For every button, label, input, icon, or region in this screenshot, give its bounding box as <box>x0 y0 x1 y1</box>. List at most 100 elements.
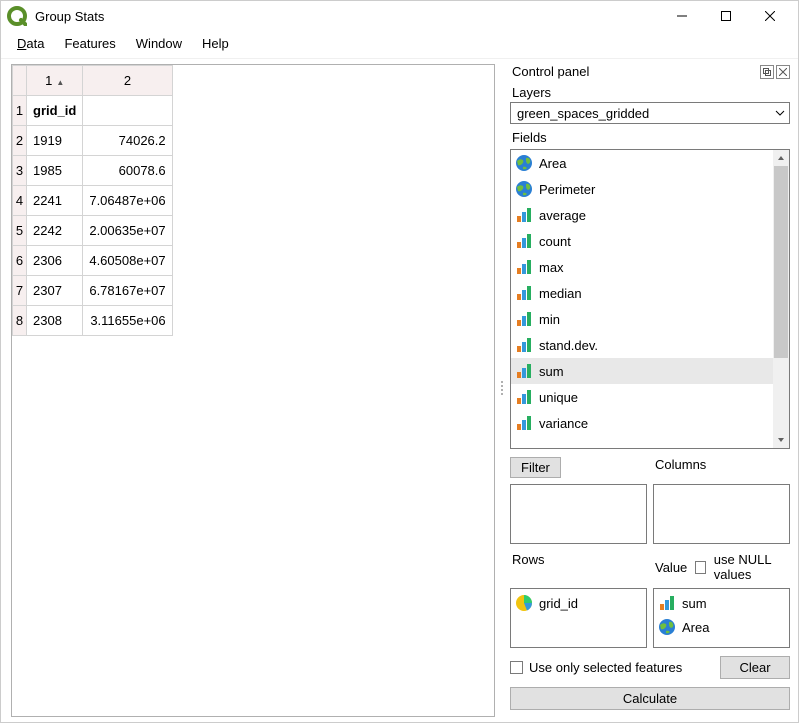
layers-label: Layers <box>512 85 790 100</box>
table-cell[interactable]: 2242 <box>27 216 83 246</box>
use-selected-label: Use only selected features <box>529 660 682 675</box>
columns-zone[interactable] <box>653 484 790 544</box>
globe-icon <box>515 180 533 198</box>
minimize-button[interactable] <box>660 2 704 30</box>
layers-select[interactable]: green_spaces_gridded <box>510 102 790 124</box>
table-row-header[interactable]: 1 <box>13 96 27 126</box>
fields-list[interactable]: AreaPerimeter average count max median min sta… <box>511 150 773 448</box>
app-icon <box>7 6 27 26</box>
value-item-label: sum <box>682 596 707 611</box>
use-null-checkbox[interactable] <box>695 561 706 574</box>
bars-icon <box>515 388 533 406</box>
pane-splitter[interactable] <box>499 59 505 722</box>
field-item-label: unique <box>539 390 578 405</box>
table-cell[interactable]: 2308 <box>27 306 83 336</box>
table-row-header[interactable]: 5 <box>13 216 27 246</box>
field-item-sum[interactable]: sum <box>511 358 773 384</box>
table-cell[interactable]: 3.11655e+06 <box>83 306 172 336</box>
field-item-area[interactable]: Area <box>511 150 773 176</box>
menu-help[interactable]: Help <box>192 34 239 53</box>
table-row-header[interactable]: 2 <box>13 126 27 156</box>
table-col-header-1[interactable]: 1▲ <box>27 66 83 96</box>
dock-close-button[interactable] <box>776 65 790 79</box>
value-zone[interactable]: sum Area <box>653 588 790 648</box>
scroll-track[interactable] <box>773 166 789 432</box>
field-item-perimeter[interactable]: Perimeter <box>511 176 773 202</box>
bars-icon <box>515 206 533 224</box>
scroll-thumb[interactable] <box>774 166 788 358</box>
field-item-count[interactable]: count <box>511 228 773 254</box>
table-cell[interactable]: 2241 <box>27 186 83 216</box>
field-item-label: variance <box>539 416 588 431</box>
fields-scrollbar[interactable] <box>773 150 789 448</box>
fields-label: Fields <box>512 130 790 145</box>
field-item-min[interactable]: min <box>511 306 773 332</box>
table-cell[interactable]: 1985 <box>27 156 83 186</box>
filter-zone[interactable] <box>510 484 647 544</box>
clear-button[interactable]: Clear <box>720 656 790 679</box>
maximize-button[interactable] <box>704 2 748 30</box>
field-item-variance[interactable]: variance <box>511 410 773 436</box>
table-cell[interactable]: 2307 <box>27 276 83 306</box>
table-col-header-2[interactable]: 2 <box>83 66 172 96</box>
menu-data[interactable]: Data <box>7 34 54 53</box>
use-selected-checkbox[interactable] <box>510 661 523 674</box>
field-item-max[interactable]: max <box>511 254 773 280</box>
value-item-sum[interactable]: sum <box>656 591 787 615</box>
table-row[interactable]: 3198560078.6 <box>13 156 173 186</box>
menu-features[interactable]: Features <box>54 34 125 53</box>
table-cell[interactable]: 1919 <box>27 126 83 156</box>
value-item-area[interactable]: Area <box>656 615 787 639</box>
field-item-standdev[interactable]: stand.dev. <box>511 332 773 358</box>
table-row[interactable]: 823083.11655e+06 <box>13 306 173 336</box>
table-row-header[interactable]: 7 <box>13 276 27 306</box>
table-cell[interactable]: 7.06487e+06 <box>83 186 172 216</box>
bars-icon <box>515 336 533 354</box>
field-item-label: min <box>539 312 560 327</box>
close-button[interactable] <box>748 2 792 30</box>
bars-icon <box>658 594 676 612</box>
table-row[interactable]: 623064.60508e+07 <box>13 246 173 276</box>
filter-button[interactable]: Filter <box>510 457 561 478</box>
rows-item-grid_id[interactable]: grid_id <box>513 591 644 615</box>
table-row-header[interactable]: 8 <box>13 306 27 336</box>
field-item-label: max <box>539 260 564 275</box>
value-item-label: Area <box>682 620 709 635</box>
field-item-label: average <box>539 208 586 223</box>
table-row-header[interactable]: 3 <box>13 156 27 186</box>
scroll-down-button[interactable] <box>773 432 789 448</box>
columns-label: Columns <box>653 457 790 478</box>
table-corner[interactable] <box>13 66 27 96</box>
table-cell[interactable] <box>83 96 172 126</box>
field-item-unique[interactable]: unique <box>511 384 773 410</box>
rows-zone[interactable]: grid_id <box>510 588 647 648</box>
rows-item-label: grid_id <box>539 596 578 611</box>
table-cell[interactable]: 2306 <box>27 246 83 276</box>
menu-window[interactable]: Window <box>126 34 192 53</box>
window-title: Group Stats <box>35 9 660 24</box>
field-item-average[interactable]: average <box>511 202 773 228</box>
table-row-header[interactable]: 6 <box>13 246 27 276</box>
table-cell[interactable]: 74026.2 <box>83 126 172 156</box>
grid-id-header-cell[interactable]: grid_id <box>27 96 83 126</box>
table-cell[interactable]: 2.00635e+07 <box>83 216 172 246</box>
field-item-label: stand.dev. <box>539 338 598 353</box>
table-row[interactable]: 522422.00635e+07 <box>13 216 173 246</box>
results-table[interactable]: 1▲ 2 1grid_id2191974026.23198560078.6422… <box>11 64 495 717</box>
calculate-button[interactable]: Calculate <box>510 687 790 710</box>
scroll-up-button[interactable] <box>773 150 789 166</box>
chevron-down-icon <box>775 108 785 118</box>
field-item-median[interactable]: median <box>511 280 773 306</box>
globe-icon <box>658 618 676 636</box>
table-row[interactable]: 422417.06487e+06 <box>13 186 173 216</box>
table-row[interactable]: 2191974026.2 <box>13 126 173 156</box>
table-cell[interactable]: 4.60508e+07 <box>83 246 172 276</box>
pie-icon <box>515 594 533 612</box>
table-cell[interactable]: 6.78167e+07 <box>83 276 172 306</box>
sort-asc-icon: ▲ <box>56 78 64 87</box>
table-row[interactable]: 723076.78167e+07 <box>13 276 173 306</box>
dock-float-button[interactable] <box>760 65 774 79</box>
table-cell[interactable]: 60078.6 <box>83 156 172 186</box>
table-row-header[interactable]: 4 <box>13 186 27 216</box>
bars-icon <box>515 310 533 328</box>
